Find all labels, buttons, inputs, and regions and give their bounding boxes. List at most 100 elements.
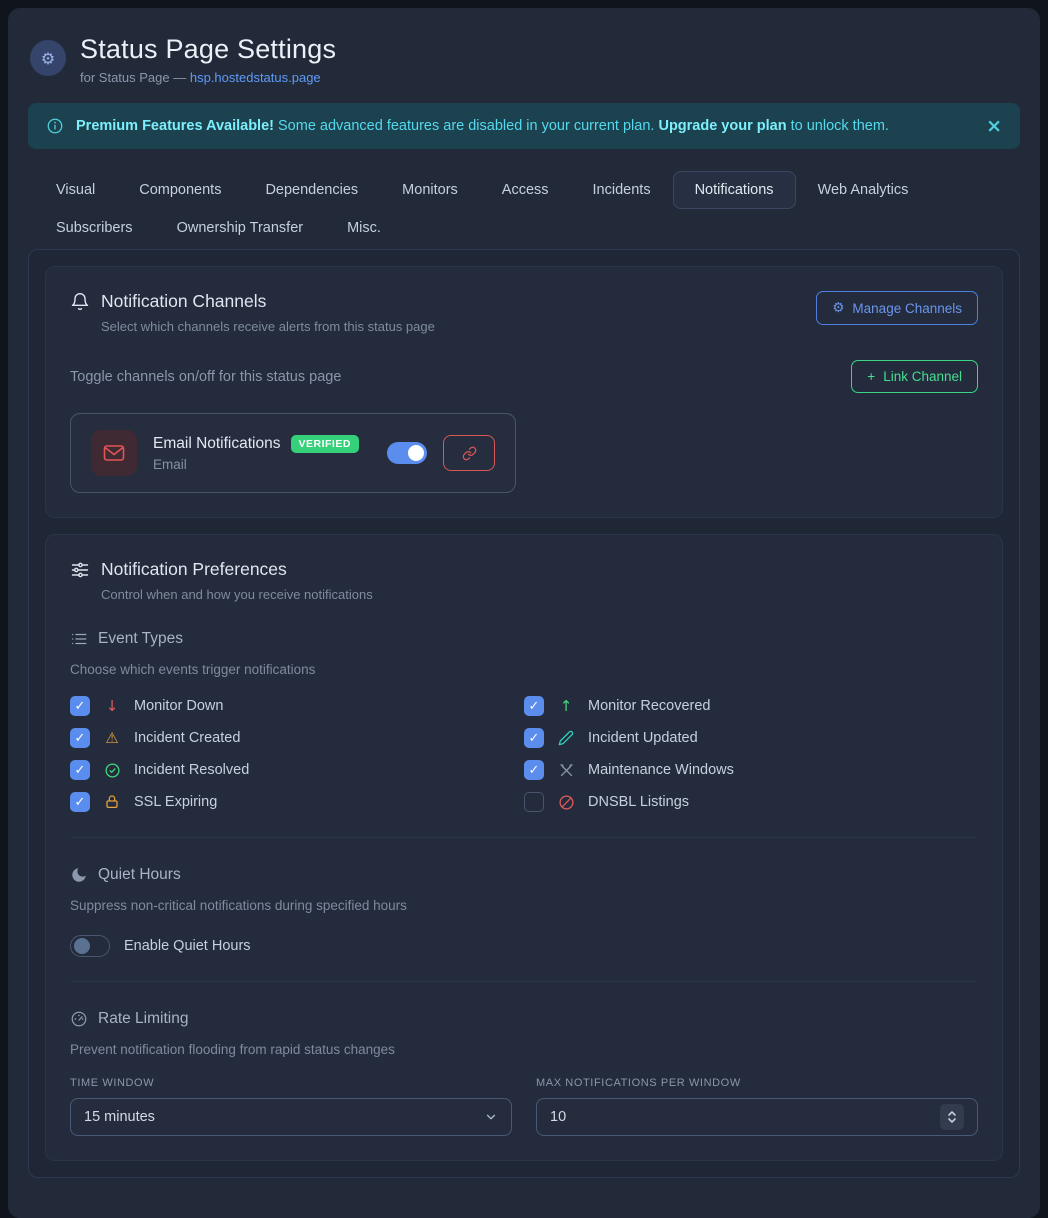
unlink-channel-button[interactable] <box>443 435 495 471</box>
event-item-dnsbl-listings[interactable]: ✓ DNSBL Listings <box>524 791 978 813</box>
sliders-icon <box>70 560 90 580</box>
quiet-hours-toggle[interactable] <box>70 935 110 957</box>
rate-limiting-heading: Rate Limiting <box>70 1010 978 1028</box>
event-item-incident-resolved[interactable]: ✓ Incident Resolved <box>70 759 524 781</box>
quiet-hours-heading: Quiet Hours <box>70 866 978 884</box>
tab-components[interactable]: Components <box>117 171 243 209</box>
page-subtitle: for Status Page — hsp.hostedstatus.page <box>80 70 336 85</box>
tools-icon <box>557 762 575 779</box>
tab-incidents[interactable]: Incidents <box>571 171 673 209</box>
channels-heading-block: Notification Channels Select which chann… <box>70 291 435 334</box>
email-channel-toggle[interactable] <box>387 442 427 464</box>
close-icon[interactable]: × <box>986 117 1002 136</box>
status-page-link[interactable]: hsp.hostedstatus.page <box>190 70 321 85</box>
notifications-panel: Notification Channels Select which chann… <box>28 249 1020 1178</box>
channel-type: Email <box>153 457 371 472</box>
event-label: Incident Updated <box>588 730 698 746</box>
chevron-down-icon <box>484 1110 498 1124</box>
checkbox[interactable]: ✓ <box>70 792 90 812</box>
event-types-grid: ✓ ↓ Monitor Down ✓ ⚠ Incident Created ✓ … <box>70 695 978 813</box>
tab-misc[interactable]: Misc. <box>325 209 403 247</box>
event-types-label: Event Types <box>98 630 183 648</box>
tab-notifications[interactable]: Notifications <box>673 171 796 209</box>
email-channel-card: Email Notifications VERIFIED Email <box>70 413 516 493</box>
check-icon: ✓ <box>529 763 540 778</box>
verified-badge: VERIFIED <box>291 435 359 453</box>
tab-dependencies[interactable]: Dependencies <box>243 171 380 209</box>
page-title: Status Page Settings <box>80 34 336 65</box>
checkbox[interactable]: ✓ <box>524 760 544 780</box>
chain-link-icon <box>462 446 477 461</box>
preferences-title: Notification Preferences <box>101 559 287 580</box>
divider <box>70 837 978 838</box>
tab-access[interactable]: Access <box>480 171 571 209</box>
checkbox[interactable]: ✓ <box>524 728 544 748</box>
moon-icon <box>70 866 88 884</box>
max-notifications-input[interactable] <box>550 1109 630 1125</box>
number-stepper[interactable] <box>940 1104 964 1130</box>
check-circle-icon <box>103 762 121 779</box>
event-item-incident-updated[interactable]: ✓ Incident Updated <box>524 727 978 749</box>
banner-text: Premium Features Available! Some advance… <box>76 118 974 134</box>
banner-body: Some advanced features are disabled in y… <box>274 118 658 134</box>
manage-channels-button[interactable]: ⚙ Manage Channels <box>816 291 978 325</box>
tab-visual[interactable]: Visual <box>34 171 117 209</box>
banner-tail: to unlock them. <box>787 118 889 134</box>
gear-icon: ⚙ <box>832 300 844 316</box>
gear-icon: ⚙ <box>30 40 66 76</box>
tab-monitors[interactable]: Monitors <box>380 171 480 209</box>
divider <box>70 981 978 982</box>
time-window-select[interactable]: 15 minutes <box>70 1098 512 1136</box>
checkbox[interactable]: ✓ <box>70 696 90 716</box>
manage-channels-label: Manage Channels <box>852 301 962 316</box>
event-label: Maintenance Windows <box>588 762 734 778</box>
arrow-down-icon: ↓ <box>103 697 121 715</box>
settings-page: ⚙ Status Page Settings for Status Page —… <box>8 8 1040 1218</box>
event-item-ssl-expiring[interactable]: ✓ SSL Expiring <box>70 791 524 813</box>
lock-icon <box>103 794 121 810</box>
check-icon: ✓ <box>529 731 540 746</box>
rate-limiting-label: Rate Limiting <box>98 1010 188 1028</box>
check-icon: ✓ <box>75 763 86 778</box>
channel-info: Email Notifications VERIFIED Email <box>153 435 371 472</box>
preferences-subtitle: Control when and how you receive notific… <box>101 587 978 602</box>
tab-ownership-transfer[interactable]: Ownership Transfer <box>155 209 326 247</box>
event-label: Monitor Down <box>134 698 223 714</box>
quiet-hours-toggle-label: Enable Quiet Hours <box>124 938 251 954</box>
upgrade-plan-link[interactable]: Upgrade your plan <box>658 118 786 134</box>
tab-web-analytics[interactable]: Web Analytics <box>796 171 931 209</box>
quiet-hours-label: Quiet Hours <box>98 866 181 884</box>
check-icon: ✓ <box>75 699 86 714</box>
plus-icon: + <box>867 369 875 384</box>
preferences-title-row: Notification Preferences <box>70 559 978 580</box>
link-channel-label: Link Channel <box>883 369 962 384</box>
checkbox[interactable]: ✓ <box>524 792 544 812</box>
checkbox[interactable]: ✓ <box>70 760 90 780</box>
event-item-monitor-down[interactable]: ✓ ↓ Monitor Down <box>70 695 524 717</box>
subtitle-prefix: for Status Page — <box>80 70 190 85</box>
channel-name: Email Notifications <box>153 435 281 453</box>
time-window-label: TIME WINDOW <box>70 1077 512 1089</box>
max-notifications-label: MAX NOTIFICATIONS PER WINDOW <box>536 1077 978 1089</box>
event-item-incident-created[interactable]: ✓ ⚠ Incident Created <box>70 727 524 749</box>
event-types-heading: Event Types <box>70 630 978 648</box>
channels-title-row: Notification Channels <box>70 291 435 312</box>
event-label: Incident Created <box>134 730 240 746</box>
event-types-description: Choose which events trigger notification… <box>70 662 978 677</box>
check-icon: ✓ <box>529 699 540 714</box>
checkbox[interactable]: ✓ <box>524 696 544 716</box>
tab-subscribers[interactable]: Subscribers <box>34 209 155 247</box>
gauge-icon <box>70 1010 88 1028</box>
checkbox[interactable]: ✓ <box>70 728 90 748</box>
max-notifications-field <box>536 1098 978 1136</box>
event-label: Monitor Recovered <box>588 698 711 714</box>
bell-icon <box>70 292 90 312</box>
link-channel-button[interactable]: + Link Channel <box>851 360 978 393</box>
event-item-monitor-recovered[interactable]: ✓ ↑ Monitor Recovered <box>524 695 978 717</box>
event-item-maintenance-windows[interactable]: ✓ Maintenance Windows <box>524 759 978 781</box>
arrow-up-icon: ↑ <box>557 697 575 715</box>
prohibited-icon <box>557 794 575 811</box>
list-icon <box>70 630 88 648</box>
toggle-knob <box>74 938 90 954</box>
check-icon: ✓ <box>75 795 86 810</box>
